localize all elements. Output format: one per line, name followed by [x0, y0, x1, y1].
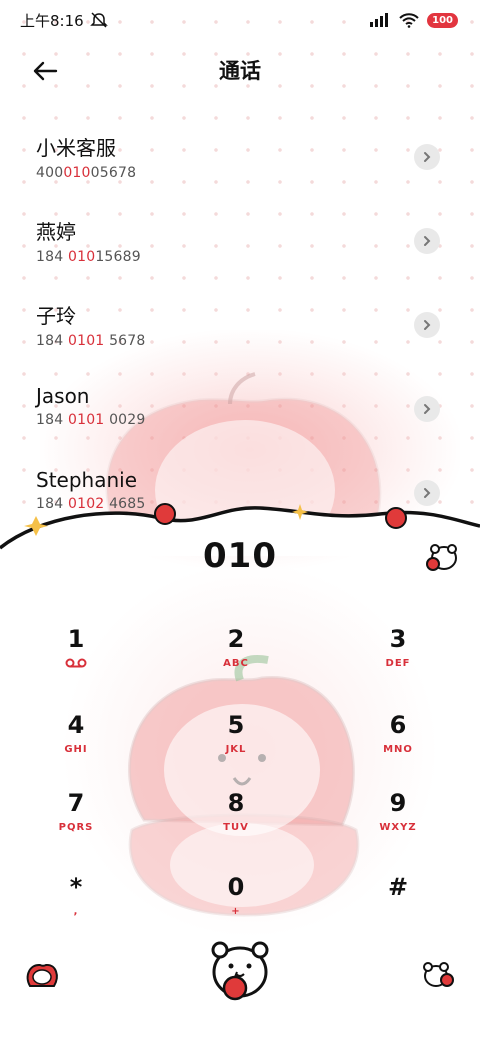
signal-icon — [370, 13, 389, 27]
status-bar: 上午8:16 100 — [0, 0, 480, 40]
chevron-right-icon — [424, 320, 431, 330]
contact-number: 184 0101 0029 — [36, 412, 146, 428]
contact-item[interactable]: 小米客服 40001005678 — [0, 118, 480, 202]
contact-detail-button[interactable] — [414, 228, 440, 254]
contact-item[interactable]: 子玲 184 0101 5678 — [0, 286, 480, 370]
contact-name: Jason — [36, 384, 90, 408]
key-8[interactable]: 8 TUV — [181, 788, 291, 864]
apple-bear-menu-icon[interactable] — [24, 958, 60, 992]
contact-detail-button[interactable] — [414, 312, 440, 338]
contact-item[interactable]: 燕婷 184 01015689 — [0, 202, 480, 286]
chevron-right-icon — [424, 404, 431, 414]
contact-item[interactable]: Jason 184 0101 0029 — [0, 370, 480, 454]
header: 通话 — [0, 48, 480, 92]
key-1[interactable]: 1 — [21, 624, 131, 700]
contact-number: 184 0101 5678 — [36, 333, 146, 349]
chevron-right-icon — [424, 152, 431, 162]
back-button[interactable] — [28, 54, 62, 88]
bear-apple-sticker-icon[interactable] — [420, 958, 456, 992]
contact-number: 184 01015689 — [36, 249, 141, 265]
status-time: 上午8:16 — [20, 11, 84, 30]
wifi-icon — [399, 12, 419, 28]
voicemail-icon — [65, 658, 87, 668]
key-3[interactable]: 3 DEF — [343, 624, 453, 700]
key-2[interactable]: 2 ABC — [181, 624, 291, 700]
key-4[interactable]: 4 GHI — [21, 710, 131, 786]
key-7[interactable]: 7 PQRS — [21, 788, 131, 864]
contact-detail-button[interactable] — [414, 396, 440, 422]
chevron-right-icon — [424, 236, 431, 246]
mute-icon — [89, 12, 108, 28]
key-9[interactable]: 9 WXYZ — [343, 788, 453, 864]
key-6[interactable]: 6 MNO — [343, 710, 453, 786]
key-5[interactable]: 5 JKL — [181, 710, 291, 786]
contact-number: 40001005678 — [36, 165, 137, 181]
call-button-bear-icon[interactable] — [200, 936, 280, 1006]
key-star[interactable]: * , — [21, 872, 131, 948]
back-arrow-icon — [33, 61, 58, 81]
key-hash[interactable]: # — [343, 872, 453, 948]
battery-indicator: 100 — [427, 12, 458, 28]
bear-sticker-icon[interactable] — [424, 540, 460, 574]
contact-detail-button[interactable] — [414, 144, 440, 170]
page-title: 通话 — [219, 59, 261, 83]
dialed-number[interactable]: 010 — [0, 536, 480, 576]
contact-name: Stephanie — [36, 468, 138, 492]
